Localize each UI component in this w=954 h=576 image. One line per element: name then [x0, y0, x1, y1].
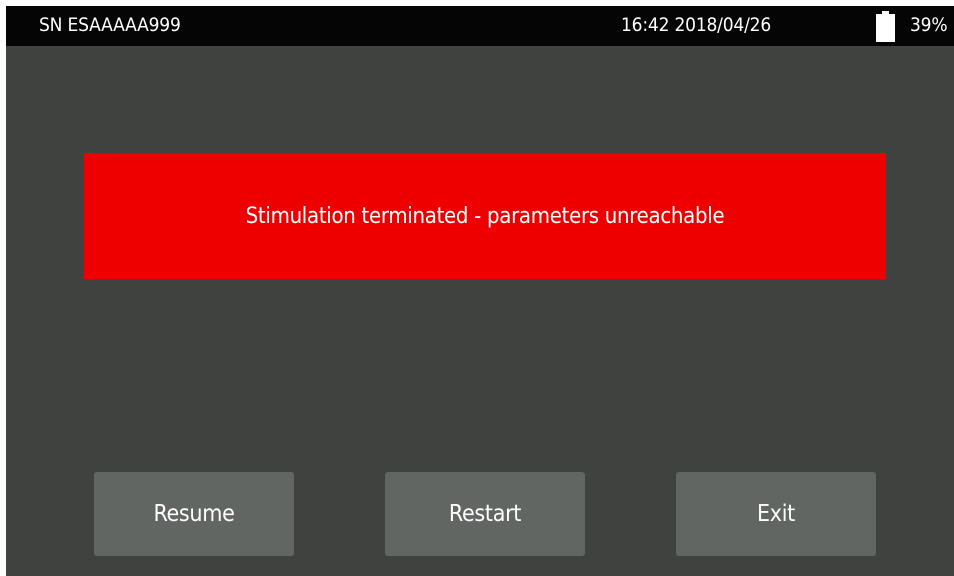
alert-banner: Stimulation terminated - parameters unre…: [84, 153, 886, 279]
battery-icon: [876, 11, 895, 42]
battery-percent: 39%: [910, 14, 948, 36]
exit-button[interactable]: Exit: [676, 472, 876, 556]
status-bar: SN ESAAAAA999 16:42 2018/04/26 39%: [6, 6, 954, 46]
date-time: 16:42 2018/04/26: [621, 14, 771, 36]
alert-message: Stimulation terminated - parameters unre…: [245, 203, 725, 229]
restart-button[interactable]: Restart: [385, 472, 585, 556]
resume-button[interactable]: Resume: [94, 472, 294, 556]
serial-number: SN ESAAAAA999: [39, 14, 181, 36]
device-screen: SN ESAAAAA999 16:42 2018/04/26 39% Stimu…: [6, 6, 954, 576]
